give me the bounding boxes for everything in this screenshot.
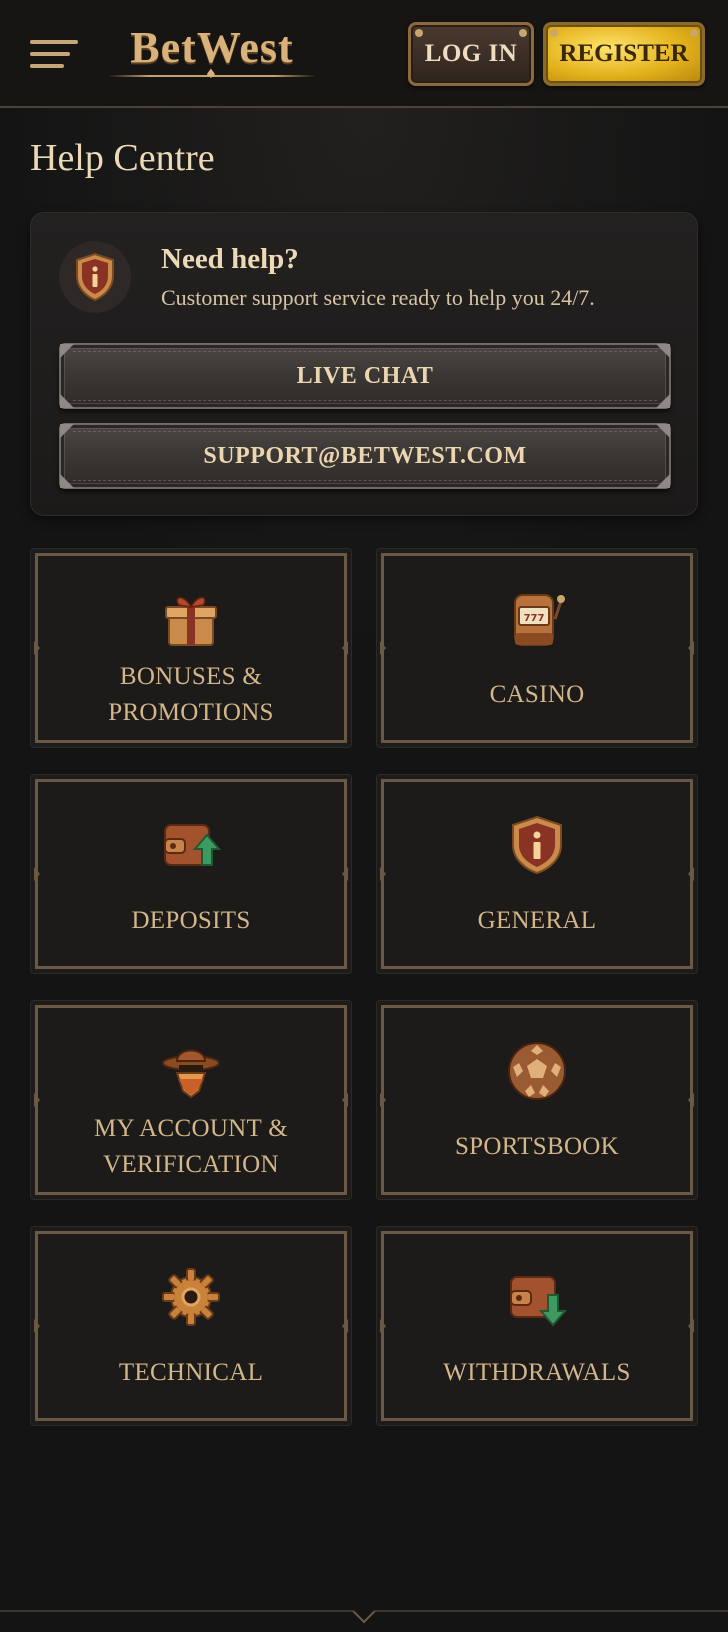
logo[interactable]: BetWest ♠ bbox=[108, 22, 316, 82]
category-label: CASINO bbox=[489, 681, 585, 708]
category-sportsbook[interactable]: SPORTSBOOK bbox=[376, 1000, 698, 1200]
category-technical[interactable]: TECHNICAL bbox=[30, 1226, 352, 1426]
category-label: MY ACCOUNT & VERIFICATION bbox=[94, 1115, 288, 1178]
spade-icon: ♠ bbox=[205, 67, 217, 82]
help-icon-badge bbox=[59, 241, 131, 313]
category-label: DEPOSITS bbox=[131, 907, 251, 934]
category-label: BONUSES & PROMOTIONS bbox=[108, 663, 274, 726]
svg-text:777: 777 bbox=[524, 613, 545, 624]
chevron-down-icon[interactable] bbox=[352, 1600, 376, 1624]
category-deposits[interactable]: DEPOSITS bbox=[30, 774, 352, 974]
info-shield-icon bbox=[512, 815, 562, 875]
menu-icon[interactable] bbox=[30, 38, 78, 70]
category-label: GENERAL bbox=[477, 907, 597, 934]
live-chat-button[interactable]: LIVE CHAT bbox=[59, 343, 671, 409]
wallet-withdraw-icon bbox=[510, 1276, 568, 1327]
category-general[interactable]: GENERAL bbox=[376, 774, 698, 974]
login-button[interactable]: LOG IN bbox=[408, 22, 534, 86]
gift-icon bbox=[165, 597, 217, 646]
logo-text: BetWest bbox=[130, 23, 294, 72]
category-my-account-verification[interactable]: MY ACCOUNT & VERIFICATION bbox=[30, 1000, 352, 1200]
top-header: BetWest ♠ LOG IN REGISTER bbox=[0, 0, 728, 108]
wallet-deposit-icon bbox=[164, 824, 222, 866]
category-label: TECHNICAL bbox=[118, 1359, 264, 1386]
help-title: Need help? bbox=[161, 243, 299, 275]
category-label: SPORTSBOOK bbox=[454, 1133, 620, 1160]
slot-machine-icon: 777 bbox=[514, 594, 565, 646]
help-description: Customer support service ready to help y… bbox=[161, 285, 595, 310]
support-email-label: SUPPORT@BETWEST.COM bbox=[203, 442, 527, 469]
category-label: WITHDRAWALS bbox=[443, 1359, 631, 1386]
category-bonuses-promotions[interactable]: BONUSES & PROMOTIONS bbox=[30, 548, 352, 748]
help-card: Need help? Customer support service read… bbox=[30, 212, 698, 516]
category-casino[interactable]: 777 CASINO bbox=[376, 548, 698, 748]
page-title: Help Centre bbox=[30, 137, 215, 179]
register-button[interactable]: REGISTER bbox=[543, 22, 705, 86]
football-icon bbox=[508, 1042, 566, 1100]
category-withdrawals[interactable]: WITHDRAWALS bbox=[376, 1226, 698, 1426]
info-shield-icon bbox=[76, 252, 114, 302]
gear-icon bbox=[162, 1268, 220, 1326]
live-chat-label: LIVE CHAT bbox=[296, 362, 434, 389]
cowboy-icon bbox=[162, 1049, 220, 1099]
support-email-button[interactable]: SUPPORT@BETWEST.COM bbox=[59, 423, 671, 489]
